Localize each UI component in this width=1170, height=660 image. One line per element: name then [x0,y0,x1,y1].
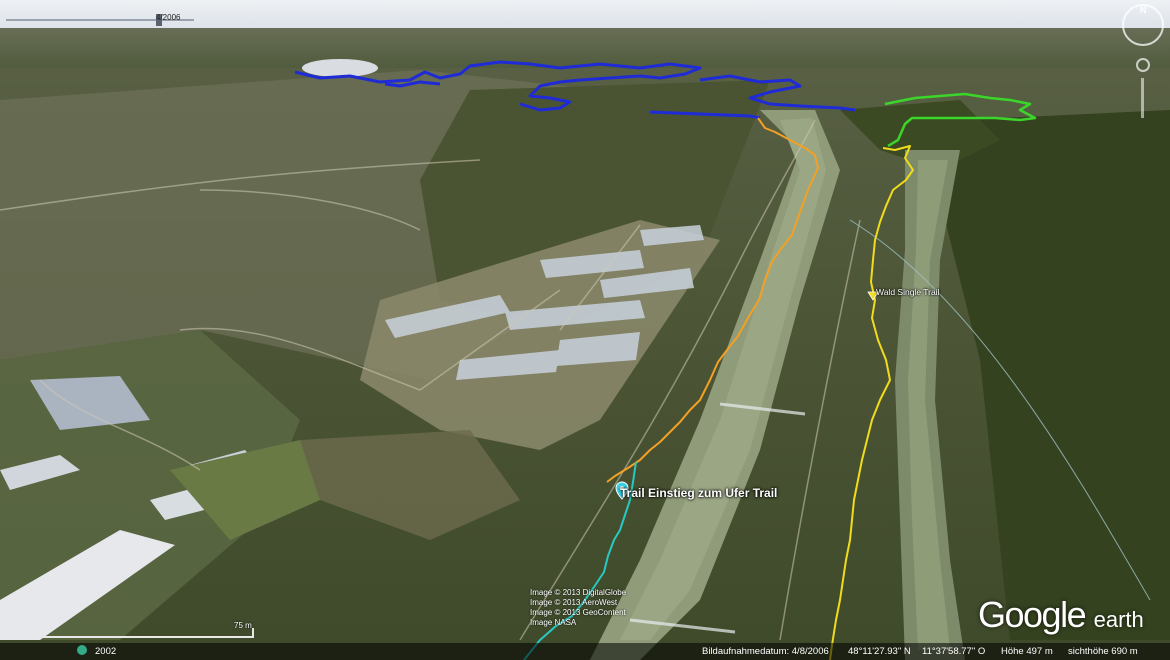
north-indicator: N [1140,5,1147,15]
copyright-line: Image © 2013 DigitalGlobe [530,588,627,597]
eye-altitude-readout: sichthöhe 690 m [1068,646,1138,657]
imagery-copyright: Image © 2013 DigitalGlobe Image © 2013 A… [530,588,626,628]
scale-legend: 75 m [6,621,254,640]
copyright-year: 2002 [95,646,117,657]
map-viewport[interactable]: 4/2006 N Trail Einstieg zum Ufer Trail W… [0,0,1170,660]
look-around-joystick[interactable] [1136,58,1150,72]
logo-word-google: Google [978,594,1087,635]
copyright-line: Image © 2013 AeroWest [530,598,618,607]
copyright-line: Image © 2013 GeoContent [530,608,626,617]
zoom-slider[interactable] [1141,78,1144,118]
scale-tick [252,628,254,638]
longitude-readout: 11°37'58.77" O [922,646,986,657]
historical-date: 4/2006 [156,13,181,22]
copyright-line: Image NASA [530,618,577,627]
scale-line [6,636,254,638]
logo-word-earth: earth [1093,607,1144,632]
placemark-wald-label[interactable]: Wald Single Trail [876,287,939,297]
horizon-haze [0,28,1170,68]
scale-label: 75 m [234,621,252,630]
imagery-date: Bildaufnahmedatum: 4/8/2006 [702,646,829,657]
satellite-terrain [0,28,1170,660]
google-earth-logo: Google earth [978,594,1144,636]
stadium-roof [302,59,378,77]
google-logo-icon [77,645,87,655]
placemark-ufer-label[interactable]: Trail Einstieg zum Ufer Trail [620,486,777,500]
status-bar: 2002 Bildaufnahmedatum: 4/8/2006 48°11'2… [0,643,1170,660]
compass-ring[interactable]: N [1122,4,1164,46]
elevation-readout: Höhe 497 m [1001,646,1053,657]
latitude-readout: 48°11'27.93" N [848,646,911,657]
